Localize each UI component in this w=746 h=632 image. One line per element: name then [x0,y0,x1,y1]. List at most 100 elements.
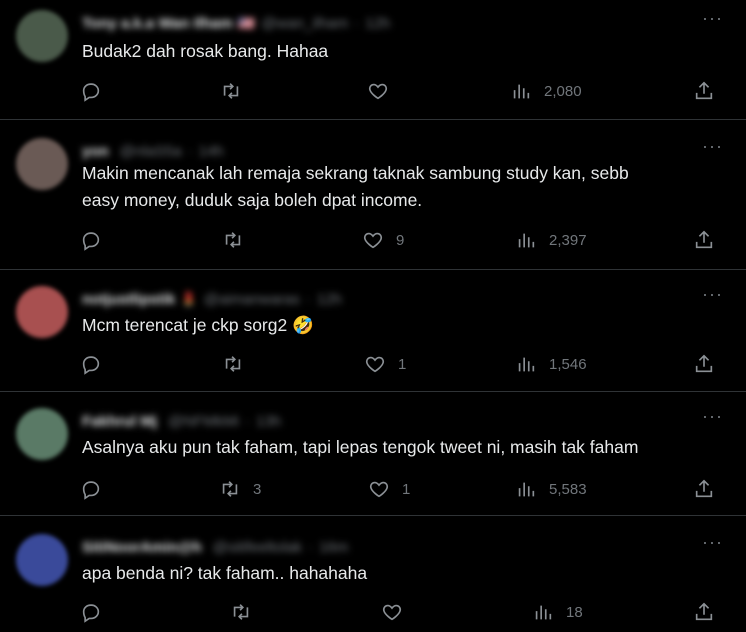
timestamp[interactable]: 12h [317,291,342,308]
tweet-header: Fakhrul Mj @NFMkMi · 13h [82,412,281,430]
views-count: 1,546 [549,355,587,373]
like-button[interactable] [367,80,401,102]
retweet-icon [223,83,239,99]
views-icon [513,84,530,99]
username-handle[interactable]: @NFMkMi [168,413,239,430]
avatar[interactable] [16,138,68,190]
like-count: 1 [398,355,407,373]
reply-icon [82,83,100,102]
reply-icon [82,604,100,623]
reply-tweet[interactable]: notjustlipstik 💄 @aimanwaras · 12h ··· M… [0,270,746,392]
tweet-text: Asalnya aku pun tak faham, tapi lepas te… [82,437,639,457]
display-name[interactable]: Tony a.k.a Wan Ilham [82,15,233,32]
reply-button[interactable] [80,478,114,500]
more-icon[interactable]: ··· [702,9,722,32]
retweet-button[interactable] [220,80,254,102]
share-icon [695,81,713,100]
action-bar: 18 [0,601,746,625]
action-bar: 3 1 5,583 [0,478,746,502]
tweet-text: Budak2 dah rosak bang. Hahaa [82,41,329,61]
heart-icon [365,356,385,373]
avatar[interactable] [16,534,68,586]
views-icon [518,357,535,372]
retweet-button[interactable]: 3 [219,478,261,500]
action-bar: 2,080 [0,80,746,104]
views-button[interactable]: 5,583 [515,478,587,500]
retweet-icon [225,232,241,248]
display-name[interactable]: notjustlipstik [82,291,175,308]
reply-tweet[interactable]: SitiNoorAmin@h @sitifeeltolak · 16m ··· … [0,516,746,631]
views-button[interactable]: 2,397 [515,229,587,251]
tweet-header: yon @nlaS5a · 14h [82,142,224,160]
name-emoji: 💄 [180,290,198,307]
share-icon [695,230,713,249]
username-handle[interactable]: @wan_ilham [261,15,348,32]
display-name[interactable]: yon [82,143,109,160]
more-icon[interactable]: ··· [702,137,722,160]
username-handle[interactable]: @nlaS5a [120,143,182,160]
tweet-text: Mcm terencat je ckp sorg2 🤣 [82,315,314,335]
share-button[interactable] [693,353,715,375]
separator-dot: · [245,412,251,430]
timestamp[interactable]: 12h [365,15,390,32]
retweet-count: 3 [253,480,262,498]
views-icon [518,482,535,497]
views-button[interactable]: 18 [532,601,583,623]
retweet-icon [225,356,241,372]
timestamp[interactable]: 14h [199,143,224,160]
reply-tweet[interactable]: yon @nlaS5a · 14h ··· Makin mencanak lah… [0,120,746,270]
reply-icon [82,356,100,375]
like-button[interactable]: 9 [362,229,404,251]
views-button[interactable]: 2,080 [510,80,582,102]
display-name[interactable]: Fakhrul Mj [82,413,157,430]
tweet-text: Makin mencanak lah remaja sekrang taknak… [82,163,629,210]
share-button[interactable] [693,229,715,251]
heart-icon [369,481,389,498]
action-bar: 9 2,397 [0,229,746,253]
retweet-button[interactable] [222,229,256,251]
timestamp[interactable]: 13h [256,413,281,430]
avatar[interactable] [16,408,68,460]
retweet-icon [233,604,249,620]
retweet-button[interactable] [230,601,264,623]
more-icon[interactable]: ··· [702,533,722,556]
avatar[interactable] [16,286,68,338]
share-button[interactable] [693,601,715,623]
more-icon[interactable]: ··· [702,407,722,430]
reply-button[interactable] [80,229,114,251]
share-button[interactable] [693,80,715,102]
heart-icon [368,83,388,100]
separator-dot: · [308,538,314,556]
username-handle[interactable]: @aimanwaras [204,291,300,308]
reply-icon [82,232,100,251]
tweet-header: Tony a.k.a Wan Ilham 🇺🇸 @wan_ilham · 12h [82,14,390,32]
views-icon [518,233,535,248]
like-button[interactable]: 1 [364,353,406,375]
action-bar: 1 1,546 [0,353,746,377]
avatar[interactable] [16,10,68,62]
share-button[interactable] [693,478,715,500]
reply-button[interactable] [80,353,114,375]
reply-tweet[interactable]: Fakhrul Mj @NFMkMi · 13h ··· Asalnya aku… [0,392,746,516]
share-icon [695,602,713,621]
separator-dot: · [354,14,360,32]
reply-tweet[interactable]: Tony a.k.a Wan Ilham 🇺🇸 @wan_ilham · 12h… [0,0,746,120]
separator-dot: · [187,142,193,160]
reply-icon [82,481,100,500]
more-icon[interactable]: ··· [702,285,722,308]
share-icon [695,479,713,498]
share-icon [695,354,713,373]
reply-button[interactable] [80,80,114,102]
tweet-header: SitiNoorAmin@h @sitifeeltolak · 16m [82,538,348,556]
retweet-button[interactable] [222,353,256,375]
timestamp[interactable]: 16m [319,539,348,556]
reply-button[interactable] [80,601,114,623]
like-button[interactable]: 1 [368,478,410,500]
views-icon [535,605,552,620]
like-count: 9 [396,231,405,249]
like-button[interactable] [381,601,415,623]
views-button[interactable]: 1,546 [515,353,587,375]
display-name[interactable]: SitiNoorAmin@h [82,539,202,556]
name-emoji: 🇺🇸 [237,14,256,31]
username-handle[interactable]: @sitifeeltolak [213,539,302,556]
